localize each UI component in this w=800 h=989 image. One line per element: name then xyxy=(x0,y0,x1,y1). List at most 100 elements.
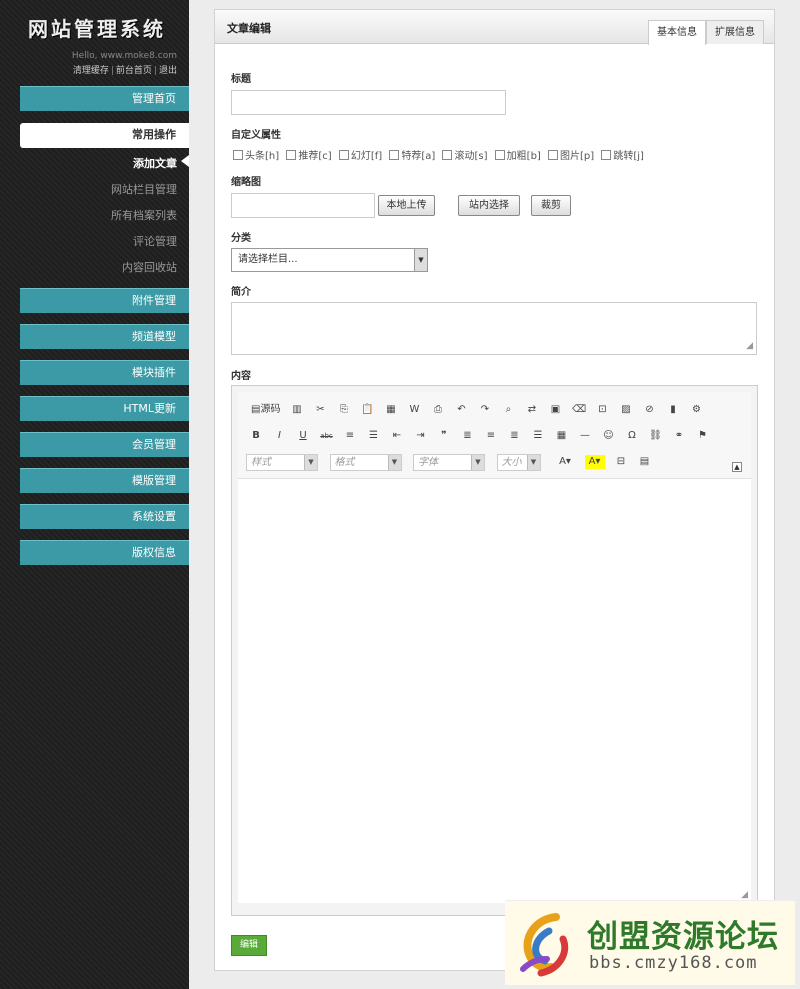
align-center-icon[interactable]: ≡ xyxy=(484,429,498,443)
nav-admin-home[interactable]: 管理首页 xyxy=(20,86,189,111)
blockquote-icon[interactable]: ❞ xyxy=(437,429,451,443)
nav-common-ops[interactable]: 常用操作 xyxy=(20,123,189,148)
custom-attr-label: 自定义属性 xyxy=(231,130,281,141)
flash-icon[interactable]: ⊘ xyxy=(642,403,656,417)
horizontal-rule-icon[interactable]: — xyxy=(578,429,592,443)
clear-cache-link[interactable]: 清理缓存 xyxy=(73,66,109,76)
redo-icon[interactable]: ↷ xyxy=(478,403,492,417)
logout-link[interactable]: 退出 xyxy=(159,66,177,76)
ordered-list-icon[interactable]: ≡ xyxy=(343,429,357,443)
title-input[interactable] xyxy=(231,90,506,115)
nav-html-update[interactable]: HTML更新 xyxy=(20,396,189,421)
copy-icon[interactable]: ⎘ xyxy=(337,403,351,417)
indent-icon[interactable]: ⇥ xyxy=(414,429,428,443)
panel-header: 文章编辑 基本信息 扩展信息 xyxy=(215,10,774,45)
strike-icon[interactable]: abc xyxy=(320,429,334,443)
align-left-icon[interactable]: ≣ xyxy=(461,429,475,443)
replace-icon[interactable]: ⇄ xyxy=(525,403,539,417)
collapse-toolbar-icon[interactable]: ▲ xyxy=(732,462,742,472)
flag-scroll[interactable]: 滚动[s] xyxy=(442,147,487,162)
preview-icon[interactable]: ⊡ xyxy=(595,403,609,417)
editor-content-area[interactable]: ◢ xyxy=(238,478,751,903)
panel-title: 文章编辑 xyxy=(227,22,271,35)
outdent-icon[interactable]: ⇤ xyxy=(390,429,404,443)
nav-channel-model[interactable]: 频道模型 xyxy=(20,324,189,349)
nav-settings[interactable]: 系统设置 xyxy=(20,504,189,529)
template-icon[interactable]: ▥ xyxy=(290,403,304,417)
bold-icon[interactable]: B xyxy=(249,429,263,443)
italic-icon[interactable]: I xyxy=(273,429,287,443)
forum-title: 创盟资源论坛 xyxy=(587,919,779,955)
paste-word-icon[interactable]: W xyxy=(407,403,421,417)
nav-copyright[interactable]: 版权信息 xyxy=(20,540,189,565)
flag-headline[interactable]: 头条[h] xyxy=(233,147,279,162)
special-char-icon[interactable]: Ω xyxy=(625,429,639,443)
summary-textarea[interactable]: ◢ xyxy=(231,302,757,355)
paste-text-icon[interactable]: ▦ xyxy=(384,403,398,417)
text-color-icon[interactable]: A▾ xyxy=(555,455,575,469)
paste-icon[interactable]: 📋 xyxy=(360,403,374,417)
underline-icon[interactable]: U xyxy=(296,429,310,443)
flag-special[interactable]: 特荐[a] xyxy=(389,147,435,162)
table-icon[interactable]: ▦ xyxy=(555,429,569,443)
nav-templates[interactable]: 模版管理 xyxy=(20,468,189,493)
unordered-list-icon[interactable]: ☰ xyxy=(367,429,381,443)
flag-bold[interactable]: 加粗[b] xyxy=(494,147,541,162)
undo-icon[interactable]: ↶ xyxy=(454,403,468,417)
subnav-all-archives[interactable]: 所有档案列表 xyxy=(111,207,177,223)
select-all-icon[interactable]: ▣ xyxy=(548,403,562,417)
flag-picture[interactable]: 图片[p] xyxy=(548,147,594,162)
size-combo[interactable]: 大小 ▼ xyxy=(496,454,541,471)
justify-icon[interactable]: ☰ xyxy=(531,429,545,443)
content-label: 内容 xyxy=(231,371,251,382)
source-icon[interactable]: ▤源码 xyxy=(249,403,280,417)
crop-button[interactable]: 裁剪 xyxy=(531,195,571,216)
nav-members[interactable]: 会员管理 xyxy=(20,432,189,457)
tab-extended-info[interactable]: 扩展信息 xyxy=(706,20,764,44)
sidebar: 网站管理系统 Hello, www.moke8.com 清理缓存 | 前台首页 | 退出… xyxy=(0,0,189,989)
subnav-recycle-bin[interactable]: 内容回收站 xyxy=(122,259,177,275)
toolbar-row-3: 样式 ▼ 格式 ▼ 字体 ▼ 大小 ▼ A▾ A▾ ⊟ ▤ xyxy=(246,452,655,472)
rich-text-editor: ▤源码 ▥ ✂ ⎘ 📋 ▦ W ⎙ ↶ ↷ ⌕ ⇄ ▣ ⌫ ⊡ ▨ ⊘ ▮ ⚙ xyxy=(231,385,758,916)
anchor-icon[interactable]: ⚑ xyxy=(696,429,710,443)
article-edit-panel: 文章编辑 基本信息 扩展信息 标题 自定义属性 头条[h] 推荐[c] 幻灯[f… xyxy=(214,9,775,971)
unlink-icon[interactable]: ⚭ xyxy=(672,429,686,443)
submit-button[interactable]: 编辑 xyxy=(231,935,267,956)
thumbnail-label: 缩略图 xyxy=(231,177,261,188)
font-combo[interactable]: 字体 ▼ xyxy=(413,454,485,471)
style-combo[interactable]: 样式 ▼ xyxy=(246,454,318,471)
category-select[interactable]: 请选择栏目... ▼ xyxy=(231,248,428,272)
print-icon[interactable]: ⎙ xyxy=(431,403,445,417)
bg-color-icon[interactable]: A▾ xyxy=(584,455,605,469)
nav-attachments[interactable]: 附件管理 xyxy=(20,288,189,313)
page-break-icon[interactable]: ⊟ xyxy=(614,455,628,469)
media-icon[interactable]: ▮ xyxy=(666,403,680,417)
site-select-button[interactable]: 站内选择 xyxy=(458,195,520,216)
flag-jump[interactable]: 跳转[j] xyxy=(601,147,644,162)
nav-plugins[interactable]: 模块插件 xyxy=(20,360,189,385)
active-indicator xyxy=(181,155,189,167)
link-icon[interactable]: ⛓ xyxy=(649,429,663,443)
show-blocks-icon[interactable]: ▤ xyxy=(638,455,652,469)
local-upload-button[interactable]: 本地上传 xyxy=(378,195,435,216)
flag-recommend[interactable]: 推荐[c] xyxy=(286,147,332,162)
smiley-icon[interactable]: ☺ xyxy=(602,429,616,443)
front-home-link[interactable]: 前台首页 xyxy=(116,66,152,76)
find-icon[interactable]: ⌕ xyxy=(501,403,515,417)
align-right-icon[interactable]: ≣ xyxy=(508,429,522,443)
tab-basic-info[interactable]: 基本信息 xyxy=(648,20,706,45)
resize-handle-icon[interactable]: ◢ xyxy=(741,890,748,900)
plugin-icon[interactable]: ⚙ xyxy=(689,403,703,417)
subnav-comments[interactable]: 评论管理 xyxy=(133,233,177,249)
flag-slide[interactable]: 幻灯[f] xyxy=(338,147,382,162)
subnav-add-article[interactable]: 添加文章 xyxy=(133,155,177,171)
format-combo[interactable]: 格式 ▼ xyxy=(329,454,402,471)
cut-icon[interactable]: ✂ xyxy=(313,403,327,417)
image-icon[interactable]: ▨ xyxy=(619,403,633,417)
subnav-column-manage[interactable]: 网站栏目管理 xyxy=(111,181,177,197)
toolbar-row-1: ▤源码 ▥ ✂ ⎘ 📋 ▦ W ⎙ ↶ ↷ ⌕ ⇄ ▣ ⌫ ⊡ ▨ ⊘ ▮ ⚙ xyxy=(246,400,706,420)
thumbnail-input[interactable] xyxy=(231,193,375,218)
remove-format-icon[interactable]: ⌫ xyxy=(572,403,586,417)
resize-handle-icon[interactable]: ◢ xyxy=(746,341,753,351)
forum-watermark: 创盟资源论坛 bbs.cmzy168.com xyxy=(505,900,795,985)
